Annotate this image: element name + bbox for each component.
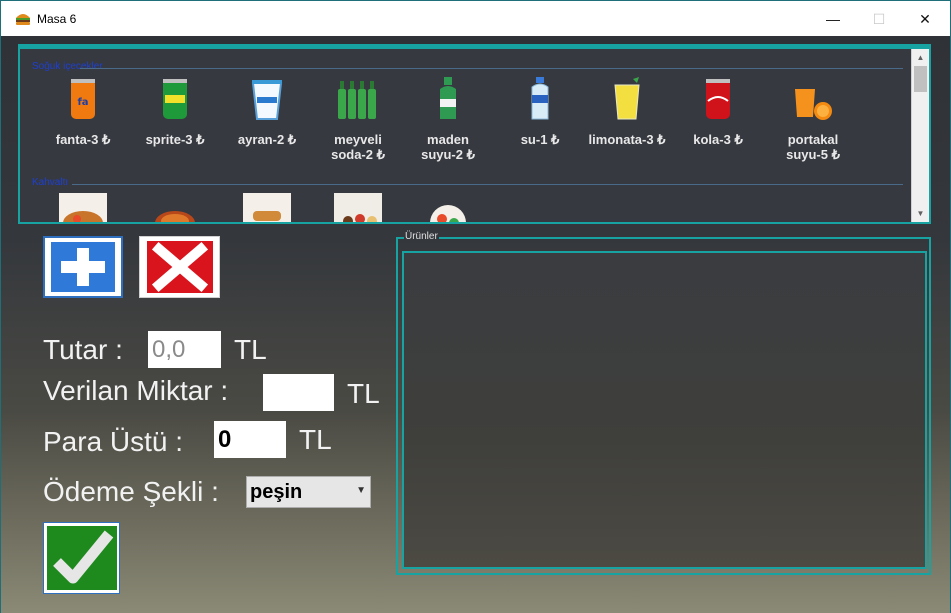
product-label-line1: maden (427, 132, 469, 147)
product-tile-kola[interactable]: kola-3 ₺ (673, 75, 763, 147)
urunler-group: Ürünler (396, 231, 931, 575)
product-label-line1: meyveli (334, 132, 382, 147)
verilen-currency: TL (347, 378, 380, 409)
breakfast-plate-4-icon (334, 193, 382, 222)
product-label: fanta-3 ₺ (55, 132, 111, 147)
verilen-miktar-label: Verilan Miktar : (43, 375, 229, 406)
product-tile-sprite[interactable]: sprite-3 ₺ (130, 75, 220, 147)
breakfast-plate-1-icon (59, 193, 107, 222)
breakfast-plate-2-icon (155, 211, 195, 222)
tutar-label: Tutar : (43, 334, 123, 365)
tutar-field[interactable]: 0,0 (148, 331, 221, 368)
confirm-payment-button[interactable] (43, 522, 120, 594)
delete-x-icon (146, 241, 213, 293)
sprite-can-icon (163, 79, 187, 119)
product-tile-fanta[interactable]: fa fanta-3 ₺ (38, 75, 128, 147)
add-product-button[interactable] (43, 236, 123, 298)
product-tile-maden-suyu[interactable]: maden suyu-2 ₺ (403, 75, 493, 162)
checkmark-icon (46, 526, 117, 590)
para-ustu-field[interactable]: 0 (214, 421, 286, 458)
close-button[interactable]: ✕ (902, 1, 948, 37)
group-divider (80, 68, 903, 69)
plus-icon (51, 242, 115, 292)
scroll-down-arrow-icon[interactable]: ▼ (912, 205, 929, 222)
group-header-cold-drinks: Soğuk içecekler (32, 61, 103, 72)
product-label: sprite-3 ₺ (145, 132, 205, 147)
product-list: Soğuk içecekler fa fanta-3 ₺ sprite-3 ₺ (20, 49, 911, 222)
product-tile-portakal-suyu[interactable]: portakal suyu-5 ₺ (768, 75, 858, 162)
para-ustu-currency: TL (299, 424, 332, 455)
cola-can-icon (706, 79, 730, 119)
window-client-area: Soğuk içecekler fa fanta-3 ₺ sprite-3 ₺ (0, 36, 951, 613)
para-ustu-label: Para Üstü : (43, 426, 184, 457)
product-label: su-1 ₺ (520, 132, 560, 147)
title-bar: Masa 6 — ☐ ✕ (0, 0, 951, 36)
tutar-currency: TL (234, 334, 267, 365)
product-label-line2: suyu-5 ₺ (786, 147, 840, 162)
mineral-water-bottle-icon (440, 77, 456, 119)
product-label-line2: suyu-2 ₺ (421, 147, 475, 162)
product-tile-limonata[interactable]: limonata-3 ₺ (582, 75, 672, 147)
product-tile-breakfast-5[interactable] (403, 193, 493, 222)
breakfast-plate-5-icon (430, 205, 466, 222)
product-tile-ayran[interactable]: ayran-2 ₺ (222, 75, 312, 147)
product-label-line2: soda-2 ₺ (331, 147, 385, 162)
lemonade-glass-icon (614, 77, 640, 120)
soda-bottles-icon (338, 81, 376, 119)
chevron-down-icon: ▼ (356, 485, 366, 496)
fanta-can-icon: fa (71, 79, 95, 119)
product-label: kola-3 ₺ (693, 132, 743, 147)
urunler-title: Ürünler (404, 231, 439, 242)
burger-app-icon (16, 14, 30, 25)
breakfast-plate-3-icon (243, 193, 291, 222)
product-tile-breakfast-1[interactable] (38, 193, 128, 222)
product-tile-breakfast-4[interactable] (313, 193, 403, 222)
group-divider (72, 184, 903, 185)
window-title: Masa 6 (37, 12, 77, 26)
ayran-cup-icon (251, 80, 283, 120)
product-label: ayran-2 ₺ (237, 132, 297, 147)
remove-product-button[interactable] (139, 236, 220, 298)
product-tile-su[interactable]: su-1 ₺ (495, 75, 585, 147)
scroll-thumb[interactable] (914, 66, 927, 92)
minimize-button[interactable]: — (810, 1, 856, 37)
odeme-sekli-select[interactable]: peşin ▼ (246, 476, 371, 508)
odeme-sekli-value: peşin (250, 480, 303, 503)
orange-juice-icon (795, 89, 832, 120)
urunler-list[interactable] (402, 251, 927, 569)
product-tile-breakfast-3[interactable] (222, 193, 312, 222)
product-tile-breakfast-2[interactable] (130, 193, 220, 222)
group-header-breakfast: Kahvaltı (32, 177, 69, 188)
product-scrollbar[interactable]: ▲ ▼ (911, 49, 929, 222)
product-label: limonata-3 ₺ (588, 132, 666, 147)
water-bottle-icon (531, 77, 549, 120)
svg-text:fa: fa (77, 97, 88, 108)
product-tile-meyveli-soda[interactable]: meyveli soda-2 ₺ (313, 75, 403, 162)
product-label-line1: portakal (787, 132, 839, 147)
verilen-miktar-input[interactable] (263, 374, 334, 411)
product-panel: Soğuk içecekler fa fanta-3 ₺ sprite-3 ₺ (18, 44, 931, 224)
scroll-up-arrow-icon[interactable]: ▲ (912, 49, 929, 66)
maximize-button[interactable]: ☐ (856, 1, 902, 37)
odeme-sekli-label: Ödeme Şekli : (43, 476, 219, 507)
